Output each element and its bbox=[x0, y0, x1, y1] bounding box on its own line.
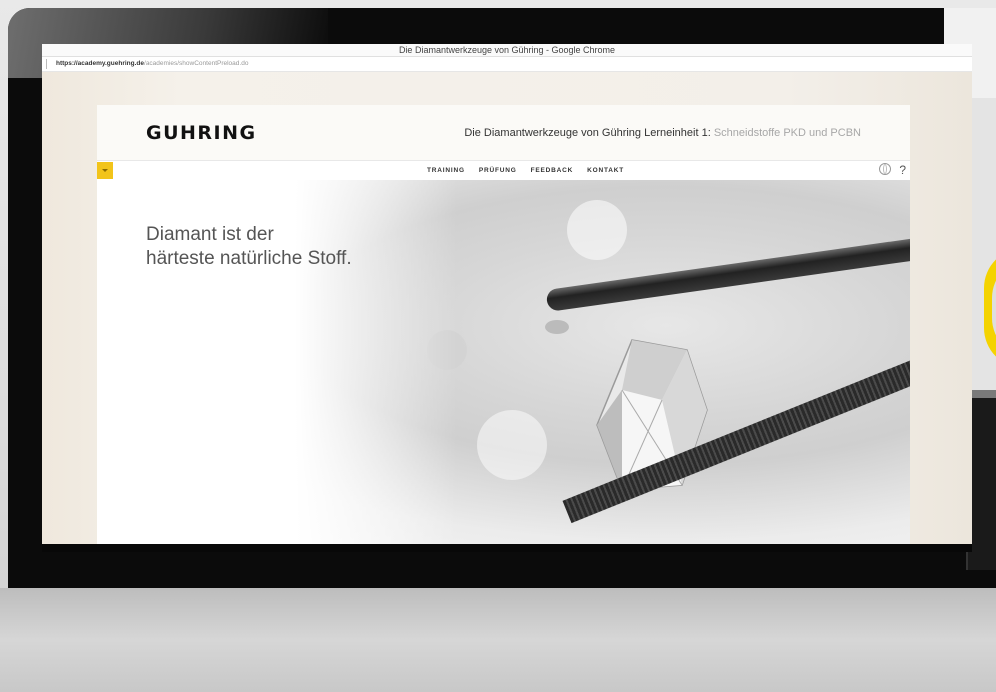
bokeh-light bbox=[567, 200, 627, 260]
menu-chevron-icon bbox=[102, 169, 108, 172]
guehring-logo: GUHRING bbox=[146, 122, 257, 144]
headline-line-1: Diamant ist der bbox=[146, 224, 274, 245]
course-subtitle: Schneidstoffe PKD und PCBN bbox=[713, 127, 861, 139]
url-domain: https://academy.guehring.de bbox=[56, 60, 145, 67]
hero-image: Diamant ist der härteste natürliche Stof… bbox=[97, 180, 910, 544]
tweezer-tip bbox=[545, 320, 569, 334]
address-url[interactable]: https://academy.guehring.de/academies/sh… bbox=[56, 57, 248, 71]
hero-headline: Diamant ist der härteste natürliche Stof… bbox=[146, 223, 352, 271]
navbar: TRAINING PRÜFUNG FEEDBACK KONTAKT ? bbox=[97, 160, 910, 181]
course-title: Die Diamantwerkzeuge von Gühring Lernein… bbox=[464, 127, 861, 139]
address-bar[interactable]: https://academy.guehring.de/academies/sh… bbox=[42, 57, 972, 72]
nav-right-tools: ? bbox=[879, 163, 906, 177]
help-icon[interactable]: ? bbox=[899, 163, 906, 177]
address-divider bbox=[46, 59, 47, 69]
headline-line-2: härteste natürliche Stoff. bbox=[146, 248, 352, 269]
url-path: /academies/showContentPreload.do bbox=[144, 60, 249, 67]
app-header: GUHRING Die Diamantwerkzeuge von Gühring… bbox=[97, 105, 910, 160]
bokeh-light bbox=[477, 410, 547, 480]
menu-button[interactable] bbox=[97, 162, 113, 179]
monitor-bezel-bottom bbox=[42, 544, 972, 552]
nav-pruefung[interactable]: PRÜFUNG bbox=[479, 161, 517, 180]
main-nav: TRAINING PRÜFUNG FEEDBACK KONTAKT bbox=[427, 161, 624, 180]
globe-icon[interactable] bbox=[879, 163, 892, 175]
nav-feedback[interactable]: FEEDBACK bbox=[531, 161, 574, 180]
nav-training[interactable]: TRAINING bbox=[427, 161, 465, 180]
course-title-main: Die Diamantwerkzeuge von Gühring Lernein… bbox=[464, 127, 711, 139]
nav-kontakt[interactable]: KONTAKT bbox=[587, 161, 624, 180]
monitor-stand bbox=[0, 588, 996, 692]
window-title: Die Diamantwerkzeuge von Gühring - Googl… bbox=[42, 44, 972, 57]
browser-window: Die Diamantwerkzeuge von Gühring - Googl… bbox=[42, 44, 972, 544]
learning-app: GUHRING Die Diamantwerkzeuge von Gühring… bbox=[97, 105, 910, 544]
